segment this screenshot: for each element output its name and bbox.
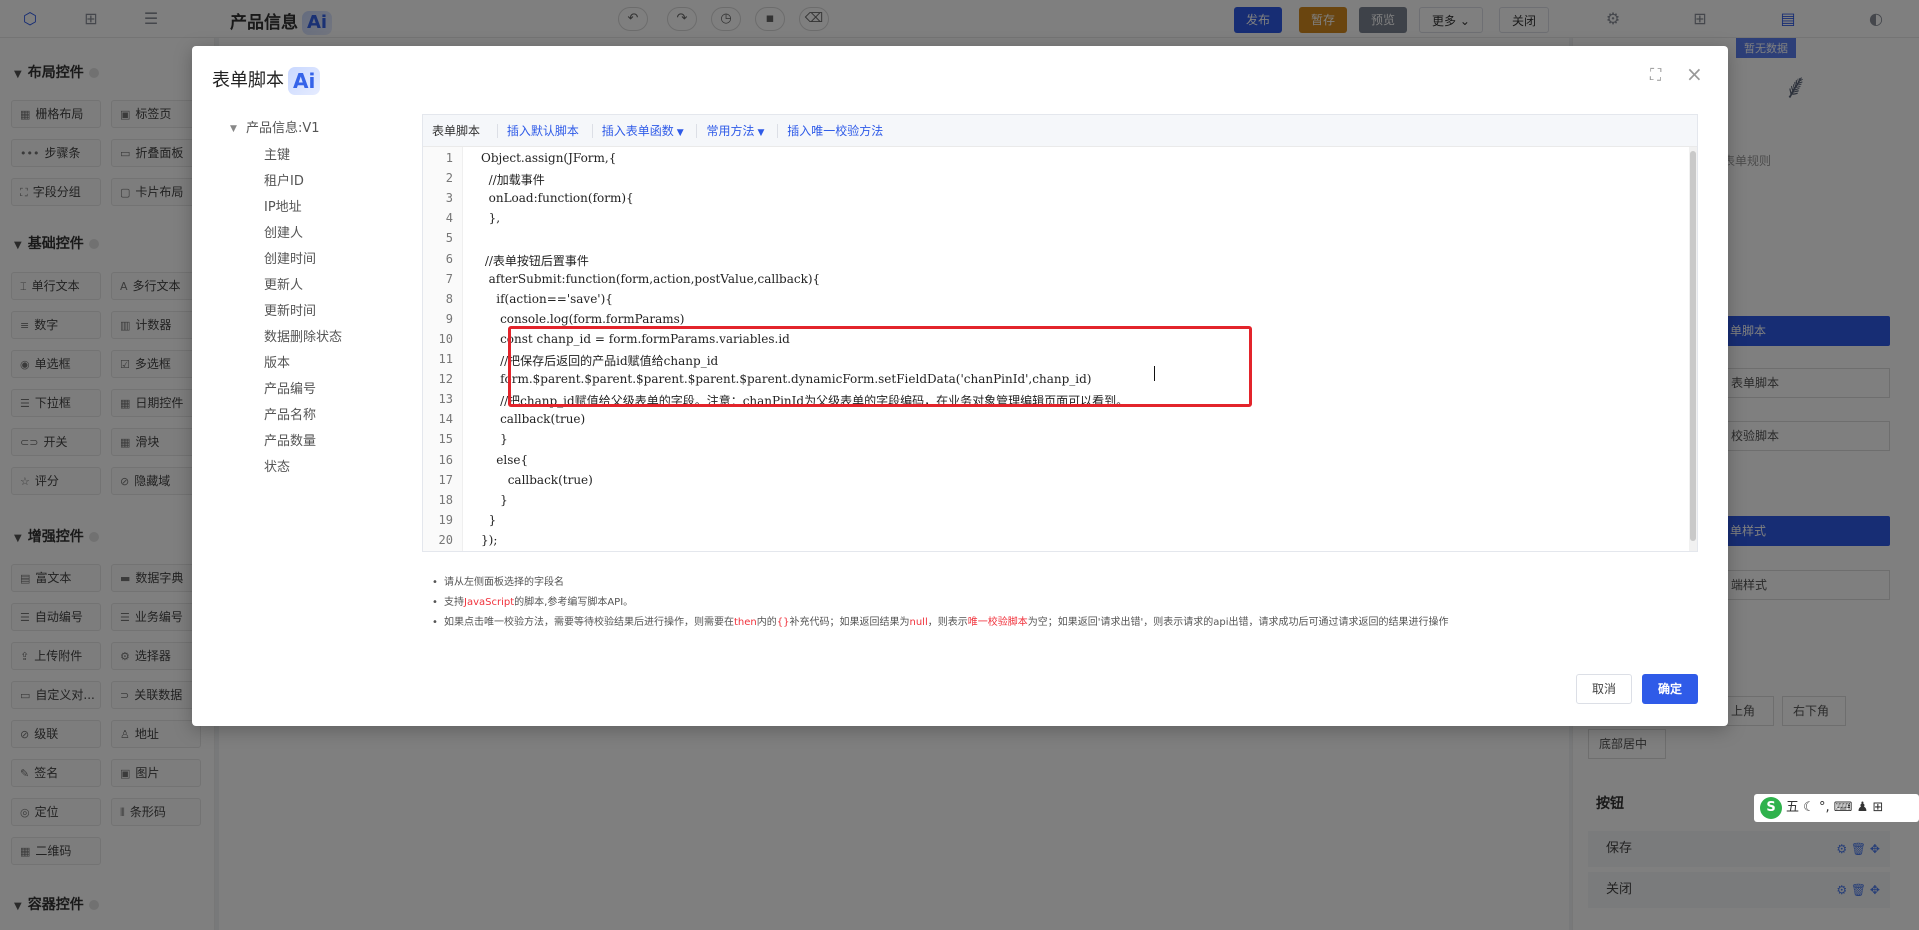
line-number: 2 [445, 171, 453, 186]
chevron-down-icon: ▼ [676, 128, 684, 138]
chevron-down-icon: ▼ [757, 128, 765, 138]
scrollbar-thumb[interactable] [1690, 151, 1696, 541]
line-number: 5 [445, 231, 453, 246]
code-line[interactable]: //加载事件 [481, 171, 545, 188]
ai-badge[interactable]: Ai [288, 67, 321, 95]
line-number: 18 [438, 492, 453, 507]
tree-field-item[interactable]: 租户ID [230, 169, 420, 195]
line-number: 14 [438, 412, 453, 427]
code-line[interactable]: Object.assign(JForm,{ [481, 151, 616, 165]
tree-field-item[interactable]: 更新人 [230, 273, 420, 299]
tree-field-item[interactable]: IP地址 [230, 195, 420, 221]
code-line[interactable]: callback(true) [481, 412, 585, 426]
tree-field-item[interactable]: 产品数量 [230, 429, 420, 455]
tree-field-item[interactable]: 创建时间 [230, 247, 420, 273]
line-number: 19 [438, 512, 453, 527]
code-line[interactable]: const chanp_id = form.formParams.variabl… [481, 332, 790, 346]
fullscreen-icon[interactable]: ⛶ [1650, 65, 1661, 85]
tree-field-item[interactable]: 主键 [230, 143, 420, 169]
editor-scrollbar[interactable] [1689, 147, 1697, 551]
tree-field-item[interactable]: 创建人 [230, 221, 420, 247]
tip-item: 请从左侧面板选择的字段名 [430, 573, 1680, 593]
code-line[interactable]: console.log(form.formParams) [481, 312, 684, 326]
tip-item: 如果点击唯一校验方法，需要等待校验结果后进行操作，则需要在then内的{}补充代… [430, 613, 1680, 633]
code-line[interactable]: //表单按钮后置事件 [481, 252, 589, 269]
code-line[interactable]: form.$parent.$parent.$parent.$parent.$pa… [481, 372, 1091, 386]
line-number: 12 [438, 372, 453, 387]
code-line[interactable]: if(action=='save'){ [481, 292, 613, 306]
code-line[interactable]: } [481, 493, 508, 507]
line-number: 1 [445, 151, 453, 165]
code-line[interactable]: }); [481, 533, 497, 547]
sogou-logo-icon: S [1760, 796, 1782, 819]
line-number: 4 [445, 211, 453, 226]
insert-form-function-dropdown[interactable]: 插入表单函数 ▼ [591, 124, 693, 138]
insert-unique-validation-link[interactable]: 插入唯一校验方法 [777, 124, 893, 138]
editor-toolbar-label: 表单脚本 [432, 124, 481, 138]
tree-field-item[interactable]: 数据删除状态 [230, 325, 420, 351]
line-number: 16 [438, 452, 453, 467]
field-tree: ▼ 产品信息:V1 主键 租户ID IP地址 创建人 创建时间 更新人 更新时间 … [230, 118, 420, 481]
tree-field-item[interactable]: 版本 [230, 351, 420, 377]
code-line[interactable]: onLoad:function(form){ [481, 191, 634, 205]
cancel-button[interactable]: 取消 [1576, 674, 1632, 704]
line-number: 3 [445, 191, 453, 206]
code-line[interactable]: else{ [481, 453, 528, 467]
code-line[interactable]: //把chanp_id赋值给父级表单的字段。注意：chanPinId为父级表单的… [481, 392, 1128, 409]
caret-down-icon: ▼ [230, 124, 237, 134]
tree-field-item[interactable]: 更新时间 [230, 299, 420, 325]
tree-root-node[interactable]: ▼ 产品信息:V1 [230, 118, 420, 140]
keyboard-icon[interactable]: ⌨ [1834, 800, 1853, 815]
line-number: 10 [438, 331, 453, 346]
apps-icon[interactable]: ⊞ [1872, 800, 1883, 815]
line-number: 9 [445, 311, 453, 326]
help-tips: 请从左侧面板选择的字段名 支持JavaScript的脚本,参考编写脚本API。 … [430, 573, 1680, 633]
line-number: 11 [438, 352, 453, 366]
tree-field-item[interactable]: 产品名称 [230, 403, 420, 429]
line-number: 20 [438, 532, 453, 547]
moon-icon[interactable]: ☾ [1803, 800, 1815, 815]
user-icon[interactable]: ♟ [1857, 800, 1869, 815]
code-line[interactable]: callback(true) [481, 473, 593, 487]
common-methods-dropdown[interactable]: 常用方法 ▼ [696, 124, 774, 138]
text-cursor [1154, 366, 1155, 381]
code-editor[interactable]: 表单脚本 插入默认脚本 插入表单函数 ▼ 常用方法 ▼ 插入唯一校验方法 12345… [422, 114, 1698, 552]
dialog-title: 表单脚本 Ai [212, 66, 321, 95]
line-number-gutter: 1 2 3 4 5 6 7 8 9 10 11 12 13 14 15 16 17 18 19 20 [423, 147, 463, 551]
editor-toolbar: 表单脚本 插入默认脚本 插入表单函数 ▼ 常用方法 ▼ 插入唯一校验方法 [423, 115, 1697, 147]
tree-field-item[interactable]: 状态 [230, 455, 420, 481]
line-number: 13 [438, 392, 453, 407]
code-line[interactable]: } [481, 513, 497, 527]
line-number: 7 [445, 271, 453, 286]
insert-default-script-link[interactable]: 插入默认脚本 [496, 124, 588, 138]
close-icon[interactable]: × [1686, 62, 1703, 86]
line-number: 8 [445, 291, 453, 306]
confirm-button[interactable]: 确定 [1642, 674, 1698, 704]
code-line[interactable]: }, [481, 211, 500, 225]
punctuation-icon[interactable]: °, [1819, 800, 1830, 815]
line-number: 6 [445, 251, 453, 266]
code-line[interactable]: } [481, 432, 508, 446]
code-line[interactable]: //把保存后返回的产品id赋值给chanp_id [481, 352, 718, 369]
line-number: 15 [438, 432, 453, 447]
ime-toolbar[interactable]: S五 ☾ °, ⌨ ♟ ⊞ [1754, 794, 1919, 822]
code-line[interactable]: afterSubmit:function(form,action,postVal… [481, 272, 821, 286]
form-script-dialog: 表单脚本 Ai ⛶ × ▼ 产品信息:V1 主键 租户ID IP地址 创建人 创建时… [192, 46, 1728, 726]
tree-field-item[interactable]: 产品编号 [230, 377, 420, 403]
line-number: 17 [438, 472, 453, 487]
tip-item: 支持JavaScript的脚本,参考编写脚本API。 [430, 593, 1680, 613]
